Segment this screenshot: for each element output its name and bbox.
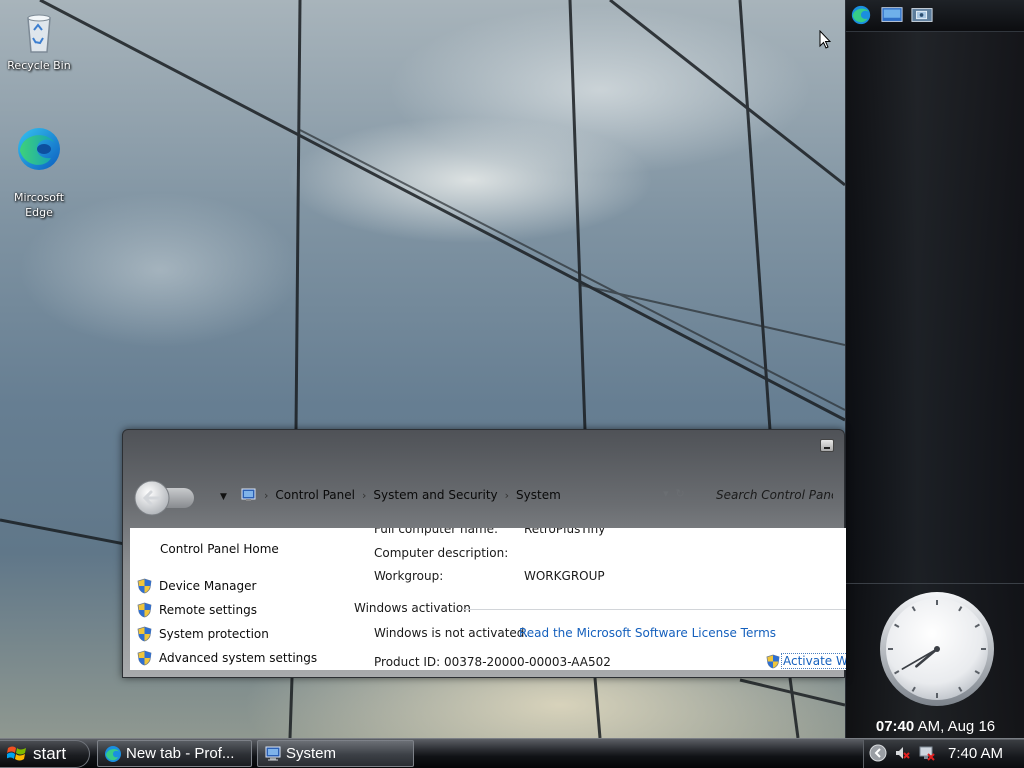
task-advanced-system-settings[interactable]: Advanced system settings [137,650,317,666]
desktop-icon-edge[interactable]: Mircosoft Edge [1,110,77,220]
window-switch-icon[interactable] [910,4,934,26]
desktop-icon-label: Recycle Bin [7,59,71,72]
breadcrumb-separator: › [361,488,367,502]
activation-status: Windows is not activated. [374,626,529,640]
breadcrumb-control-panel[interactable]: Control Panel [271,488,359,502]
property-label: Computer description: [374,546,509,560]
shield-icon [766,654,780,668]
taskbar-button-label: New tab - Prof... [126,745,235,762]
control-panel-home-link[interactable]: Control Panel Home [160,542,279,556]
section-divider [462,609,846,610]
task-label: Advanced system settings [159,651,318,665]
edge-icon[interactable] [849,4,873,26]
content-area: Control Panel Home Device Manager Remote… [130,528,846,670]
windows-sidebar: 07:40 AM, Aug 16 [845,0,1024,738]
windows-activation-heading: Windows activation [354,601,471,615]
start-button[interactable]: start [0,740,90,768]
shield-icon [137,578,152,594]
shield-icon [137,650,152,666]
recycle-bin-icon [27,14,51,53]
activate-windows-label: Activate Windows now [781,653,846,669]
analog-clock-gadget[interactable] [878,590,996,708]
tasks-pane: Control Panel Home Device Manager Remote… [130,528,352,670]
shield-icon [137,626,152,642]
volume-muted-icon[interactable] [894,745,910,761]
chevron-left-icon[interactable] [869,744,887,762]
desktop-icon[interactable] [880,4,904,26]
breadcrumb-system[interactable]: System [512,488,565,502]
desktop-icon-label: Mircosoft Edge [13,191,65,219]
taskbar-button-system[interactable]: System [257,740,414,767]
sidebar-toolbar [846,0,1024,32]
license-terms-link[interactable]: Read the Microsoft Software License Term… [519,626,776,640]
system-icon [265,746,281,760]
product-id: Product ID: 00378-20000-00003-AA502 [374,655,611,669]
breadcrumb-separator: › [264,488,269,502]
system-info-pane: Full computer name: RetroPlusTiny Comput… [352,528,846,670]
system-window: ▼ › Control Panel › System and Security … [122,429,846,678]
task-label: System protection [159,627,269,641]
mouse-pointer-icon [819,30,831,49]
task-remote-settings[interactable]: Remote settings [137,602,257,618]
sidebar-divider [846,583,1024,584]
taskbar-button-edge[interactable]: New tab - Prof... [97,740,252,767]
start-label: start [33,744,67,763]
breadcrumb-system-and-security[interactable]: System and Security [369,488,501,502]
property-value: WORKGROUP [524,569,605,583]
back-button[interactable] [132,478,196,518]
search-input[interactable] [711,484,833,506]
notification-area: 7:40 AM [863,740,1024,768]
network-disconnected-icon[interactable] [919,745,935,761]
minimize-button[interactable] [820,439,834,452]
edge-icon [105,745,121,762]
task-device-manager[interactable]: Device Manager [137,578,256,594]
sidebar-clock-text: 07:40 AM, Aug 16 [846,718,1024,735]
taskbar-button-label: System [286,745,337,762]
breadcrumb: › Control Panel › System and Security › … [241,484,565,506]
task-system-protection[interactable]: System protection [137,626,269,642]
windows-logo-icon [7,746,26,761]
activate-windows-link[interactable]: Activate Windows now [766,653,846,669]
task-label: Remote settings [159,603,257,617]
recent-pages-dropdown[interactable]: ▼ [220,492,230,502]
property-value: RetroPlusTiny [524,528,606,536]
shield-icon [137,602,152,618]
desktop-icon-recycle-bin[interactable]: Recycle Bin [1,8,77,73]
property-label: Full computer name: [374,528,499,536]
tray-clock[interactable]: 7:40 AM [948,745,1003,762]
breadcrumb-separator: › [504,488,510,502]
task-label: Device Manager [159,579,257,593]
control-panel-icon [241,488,256,501]
sidebar-clock-time: 07:40 [875,718,915,735]
sidebar-clock-date: AM, Aug 16 [914,718,996,735]
edge-icon [18,128,60,170]
address-dropdown-refresh[interactable]: ▾ ↻ [663,487,703,503]
property-label: Workgroup: [374,569,444,583]
taskbar: start New tab - Prof... System 7:40 AM [0,738,1024,768]
